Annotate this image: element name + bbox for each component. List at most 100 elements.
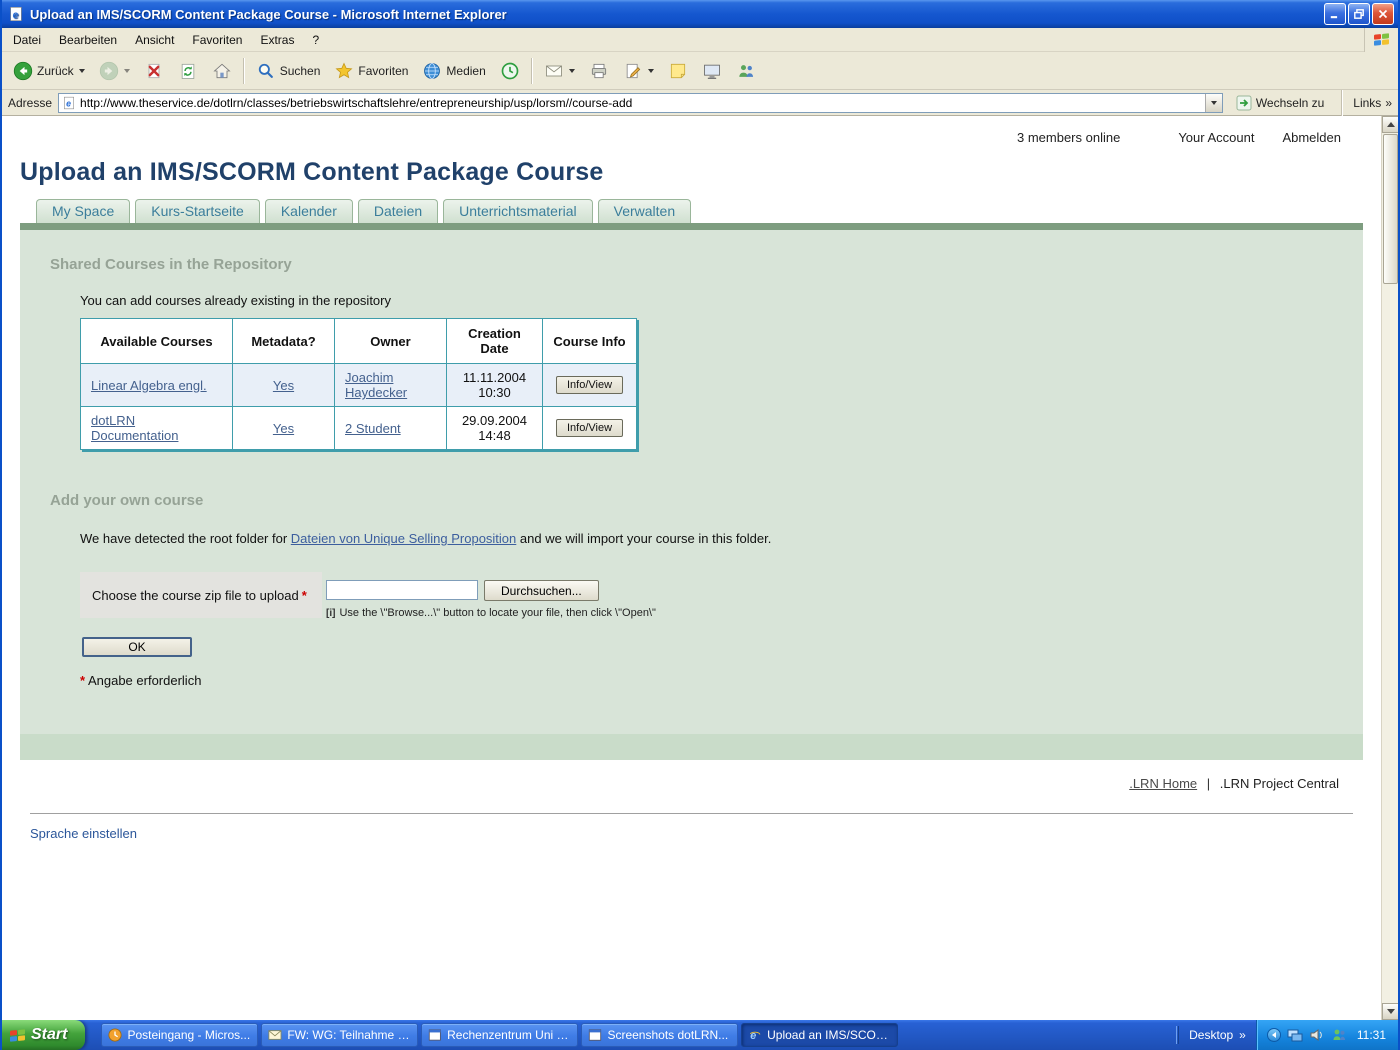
root-folder-link[interactable]: Dateien von Unique Selling Proposition [291, 531, 516, 546]
home-button[interactable] [205, 57, 239, 85]
tab-verwalten[interactable]: Verwalten [598, 199, 691, 223]
mail-button[interactable] [537, 57, 582, 85]
header-owner: Owner [335, 319, 447, 364]
favorites-button[interactable]: Favoriten [327, 57, 415, 85]
info-view-button[interactable]: Info/View [556, 376, 623, 394]
scroll-down-button[interactable] [1382, 1003, 1399, 1020]
volume-tray-icon[interactable] [1309, 1027, 1325, 1043]
task-label: Posteingang - Micros... [127, 1028, 250, 1042]
address-dropdown-button[interactable] [1205, 94, 1222, 112]
course-link[interactable]: dotLRN Documentation [91, 413, 178, 443]
table-header-row: Available Courses Metadata? Owner Creati… [81, 319, 637, 364]
tab-my-space[interactable]: My Space [36, 199, 130, 223]
links-toolbar[interactable]: Links » [1353, 96, 1394, 110]
menu-favoriten[interactable]: Favoriten [183, 30, 251, 50]
system-tray: 11:31 [1256, 1020, 1398, 1050]
creation-time: 10:30 [457, 385, 532, 400]
browse-button[interactable]: Durchsuchen... [484, 580, 599, 601]
start-button[interactable]: Start [2, 1020, 85, 1050]
monitor-icon [702, 61, 722, 81]
lrn-home-link[interactable]: .LRN Home [1129, 776, 1197, 791]
forward-button[interactable] [92, 57, 137, 85]
messenger-button[interactable] [729, 57, 763, 85]
task-screenshots[interactable]: Screenshots dotLRN... [581, 1023, 738, 1047]
history-button[interactable] [493, 57, 527, 85]
shared-courses-table: Available Courses Metadata? Owner Creati… [80, 318, 637, 450]
info-view-button[interactable]: Info/View [556, 419, 623, 437]
forward-icon [99, 61, 119, 81]
fullscreen-button[interactable] [695, 57, 729, 85]
course-link[interactable]: Linear Algebra engl. [91, 378, 207, 393]
task-mail-message[interactable]: FW: WG: Teilnahme v... [261, 1023, 418, 1047]
menu-ansicht[interactable]: Ansicht [126, 30, 183, 50]
restore-button[interactable] [1348, 3, 1370, 25]
edit-button[interactable] [616, 57, 661, 85]
logout-link[interactable]: Abmelden [1282, 130, 1341, 145]
stop-icon [144, 61, 164, 81]
ok-button[interactable]: OK [82, 637, 192, 657]
refresh-button[interactable] [171, 57, 205, 85]
menu-datei[interactable]: Datei [4, 30, 50, 50]
vertical-scrollbar[interactable] [1381, 116, 1398, 1020]
tab-kalender[interactable]: Kalender [265, 199, 353, 223]
window-title: Upload an IMS/SCORM Content Package Cour… [30, 7, 1324, 22]
task-posteingang[interactable]: Posteingang - Micros... [101, 1023, 258, 1047]
scroll-up-button[interactable] [1382, 116, 1399, 133]
links-chevron: » [1385, 96, 1392, 110]
footer-divider [30, 813, 1353, 814]
links-label: Links [1353, 96, 1381, 110]
back-dropdown-icon [79, 69, 85, 73]
scroll-up-icon [1387, 122, 1395, 127]
metadata-link[interactable]: Yes [273, 378, 294, 393]
metadata-link[interactable]: Yes [273, 421, 294, 436]
media-label: Medien [446, 64, 485, 78]
network-tray-icon[interactable] [1287, 1027, 1303, 1043]
language-settings-link[interactable]: Sprache einstellen [30, 826, 137, 841]
taskbar-clock[interactable]: 11:31 [1357, 1028, 1386, 1042]
print-button[interactable] [582, 57, 616, 85]
menu-bearbeiten[interactable]: Bearbeiten [50, 30, 126, 50]
task-rechenzentrum[interactable]: Rechenzentrum Uni K... [421, 1023, 578, 1047]
tab-bar: My Space Kurs-Startseite Kalender Dateie… [36, 199, 1381, 223]
go-label: Wechseln zu [1256, 96, 1324, 110]
messenger-tray-icon[interactable] [1331, 1027, 1347, 1043]
address-input[interactable] [80, 95, 1205, 111]
tab-dateien[interactable]: Dateien [358, 199, 438, 223]
your-account-link[interactable]: Your Account [1178, 130, 1254, 145]
search-button[interactable]: Suchen [249, 57, 328, 85]
ie-window: e Upload an IMS/SCORM Content Package Co… [0, 0, 1400, 1050]
header-creation-date: Creation Date [447, 319, 543, 364]
owner-link[interactable]: 2 Student [345, 421, 401, 436]
table-row: dotLRN Documentation Yes 2 Student 29.09… [81, 407, 637, 450]
go-button[interactable]: Wechseln zu [1229, 93, 1331, 113]
menu-extras[interactable]: Extras [251, 30, 303, 50]
stop-button[interactable] [137, 57, 171, 85]
taskbar: Start Posteingang - Micros... FW: WG: Te… [2, 1020, 1398, 1050]
toolbar-separator [243, 58, 245, 84]
root-folder-text-before: We have detected the root folder for [80, 531, 287, 546]
desktop-toolbar[interactable]: Desktop » [1179, 1020, 1256, 1050]
close-button[interactable] [1372, 3, 1394, 25]
addressbar-separator [1341, 90, 1343, 116]
owner-link[interactable]: Joachim Haydecker [345, 370, 407, 400]
menu-hilfe[interactable]: ? [303, 30, 328, 50]
tab-kurs-startseite[interactable]: Kurs-Startseite [135, 199, 260, 223]
scrollbar-thumb[interactable] [1383, 134, 1398, 284]
content-area: Shared Courses in the Repository You can… [20, 230, 1363, 760]
windows-logo-icon [1364, 28, 1398, 52]
back-button[interactable]: Zurück [6, 57, 92, 85]
hide-tray-icons-button[interactable] [1267, 1028, 1281, 1042]
toolbar-separator [531, 58, 533, 84]
search-label: Suchen [280, 64, 321, 78]
minimize-button[interactable] [1324, 3, 1346, 25]
outlook-icon [108, 1028, 122, 1042]
tab-unterrichtsmaterial[interactable]: Unterrichtsmaterial [443, 199, 592, 223]
taskbar-spacer [898, 1020, 1176, 1050]
notes-button[interactable] [661, 57, 695, 85]
lrn-project-central-link[interactable]: .LRN Project Central [1220, 776, 1339, 791]
task-upload-active[interactable]: e Upload an IMS/SCOR... [741, 1023, 898, 1047]
media-button[interactable]: Medien [415, 57, 492, 85]
task-label: Upload an IMS/SCOR... [767, 1028, 891, 1042]
window-icon [428, 1028, 442, 1042]
zip-file-input[interactable] [326, 580, 478, 600]
